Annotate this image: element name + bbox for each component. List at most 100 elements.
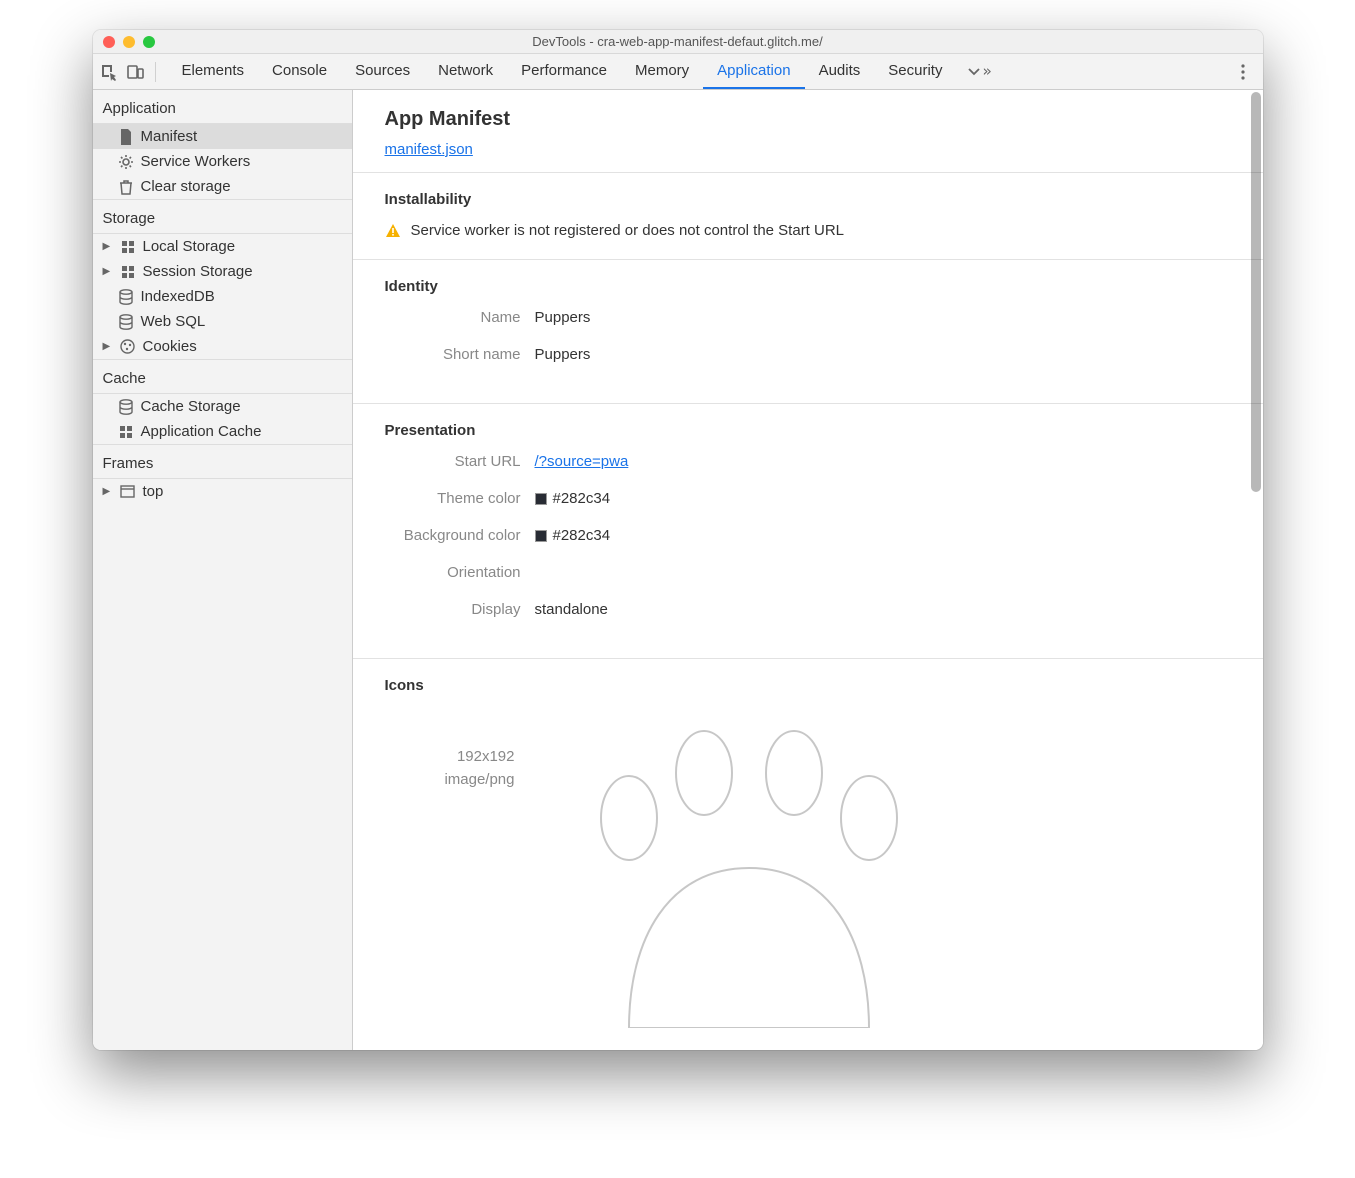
inspect-element-icon[interactable]: [99, 62, 119, 82]
window-icon: [119, 485, 137, 498]
trash-icon: [117, 179, 135, 195]
sidebar-item-indexeddb[interactable]: IndexedDB: [93, 284, 352, 309]
chevron-right-icon: ▶: [103, 486, 113, 497]
database-icon: [117, 289, 135, 305]
tab-performance[interactable]: Performance: [507, 54, 621, 89]
application-sidebar: Application Manifest Service Workers Cle…: [93, 90, 353, 1050]
background-color-value: #282c34: [535, 527, 611, 544]
section-title-identity: Identity: [385, 278, 1231, 295]
vertical-scrollbar[interactable]: [1251, 92, 1261, 492]
orientation-label: Orientation: [385, 564, 535, 581]
sidebar-item-cache-storage[interactable]: Cache Storage: [93, 394, 352, 419]
sidebar-item-label: top: [143, 483, 164, 500]
grid-icon: [119, 265, 137, 279]
toolbar-left-group: [99, 62, 156, 82]
grid-icon: [119, 240, 137, 254]
identity-name-label: Name: [385, 309, 535, 326]
start-url-label: Start URL: [385, 453, 535, 470]
tabs-overflow-icon[interactable]: »: [956, 54, 1001, 89]
sidebar-item-label: Cookies: [143, 338, 197, 355]
sidebar-item-clear-storage[interactable]: Clear storage: [93, 174, 352, 199]
tabs-container: Elements Console Sources Network Perform…: [168, 54, 1002, 89]
sidebar-item-label: Manifest: [141, 128, 198, 145]
background-color-swatch: [535, 530, 547, 542]
sidebar-item-label: Web SQL: [141, 313, 206, 330]
zoom-window-button[interactable]: [143, 36, 155, 48]
identity-shortname-value: Puppers: [535, 346, 591, 363]
manifest-header: App Manifest manifest.json: [353, 90, 1263, 172]
sidebar-item-cookies[interactable]: ▶ Cookies: [93, 334, 352, 359]
document-icon: [117, 129, 135, 145]
settings-menu-icon[interactable]: [1233, 62, 1253, 82]
background-color-label: Background color: [385, 527, 535, 544]
manifest-link[interactable]: manifest.json: [385, 141, 473, 158]
installability-warning: Service worker is not registered or does…: [385, 222, 1231, 239]
close-window-button[interactable]: [103, 36, 115, 48]
traffic-lights: [93, 36, 155, 48]
tab-console[interactable]: Console: [258, 54, 341, 89]
warning-icon: [385, 223, 401, 239]
database-icon: [117, 314, 135, 330]
chevron-right-icon: ▶: [103, 266, 113, 277]
tabs-right-group: [1233, 62, 1257, 82]
tab-sources[interactable]: Sources: [341, 54, 424, 89]
manifest-panel: App Manifest manifest.json Installabilit…: [353, 90, 1263, 1050]
theme-color-value: #282c34: [535, 490, 611, 507]
installability-section: Installability Service worker is not reg…: [353, 172, 1263, 259]
sidebar-item-manifest[interactable]: Manifest: [93, 124, 352, 149]
identity-name-value: Puppers: [535, 309, 591, 326]
sidebar-item-service-workers[interactable]: Service Workers: [93, 149, 352, 174]
section-title-presentation: Presentation: [385, 422, 1231, 439]
display-value: standalone: [535, 601, 608, 618]
manifest-scroll[interactable]: App Manifest manifest.json Installabilit…: [353, 90, 1263, 1050]
identity-shortname-label: Short name: [385, 346, 535, 363]
sidebar-section-cache: Cache: [93, 359, 352, 394]
display-label: Display: [385, 601, 535, 618]
minimize-window-button[interactable]: [123, 36, 135, 48]
sidebar-item-top-frame[interactable]: ▶ top: [93, 479, 352, 504]
theme-color-label: Theme color: [385, 490, 535, 507]
cookie-icon: [119, 339, 137, 354]
tab-security[interactable]: Security: [874, 54, 956, 89]
window-title: DevTools - cra-web-app-manifest-defaut.g…: [93, 34, 1263, 49]
tab-network[interactable]: Network: [424, 54, 507, 89]
sidebar-item-web-sql[interactable]: Web SQL: [93, 309, 352, 334]
database-icon: [117, 399, 135, 415]
page-title: App Manifest: [385, 108, 1231, 131]
sidebar-item-label: Session Storage: [143, 263, 253, 280]
sidebar-item-label: Cache Storage: [141, 398, 241, 415]
gear-icon: [117, 154, 135, 170]
section-title-installability: Installability: [385, 191, 1231, 208]
installability-warning-text: Service worker is not registered or does…: [411, 222, 845, 239]
device-toolbar-icon[interactable]: [125, 62, 145, 82]
content-area: Application Manifest Service Workers Cle…: [93, 90, 1263, 1050]
icon-mime: image/png: [385, 771, 515, 788]
section-title-icons: Icons: [385, 677, 1231, 694]
devtools-tabstrip: Elements Console Sources Network Perform…: [93, 54, 1263, 90]
grid-icon: [117, 425, 135, 439]
window-titlebar: DevTools - cra-web-app-manifest-defaut.g…: [93, 30, 1263, 54]
presentation-section: Presentation Start URL /?source=pwa Them…: [353, 403, 1263, 658]
sidebar-item-local-storage[interactable]: ▶ Local Storage: [93, 234, 352, 259]
tab-audits[interactable]: Audits: [805, 54, 875, 89]
icons-section: Icons 192x192 image/png: [353, 658, 1263, 1028]
start-url-link[interactable]: /?source=pwa: [535, 453, 629, 470]
tab-memory[interactable]: Memory: [621, 54, 703, 89]
sidebar-item-label: Application Cache: [141, 423, 262, 440]
icon-meta: 192x192 image/png: [385, 708, 515, 1028]
icon-size: 192x192: [385, 748, 515, 765]
sidebar-item-label: Clear storage: [141, 178, 231, 195]
sidebar-item-label: Service Workers: [141, 153, 251, 170]
app-icon-preview: [539, 708, 1231, 1028]
sidebar-item-session-storage[interactable]: ▶ Session Storage: [93, 259, 352, 284]
sidebar-section-application: Application: [93, 90, 352, 124]
identity-section: Identity Name Puppers Short name Puppers: [353, 259, 1263, 403]
sidebar-item-application-cache[interactable]: Application Cache: [93, 419, 352, 444]
tab-elements[interactable]: Elements: [168, 54, 259, 89]
sidebar-item-label: IndexedDB: [141, 288, 215, 305]
chevron-right-icon: ▶: [103, 241, 113, 252]
tab-application[interactable]: Application: [703, 54, 804, 89]
devtools-window: DevTools - cra-web-app-manifest-defaut.g…: [93, 30, 1263, 1050]
sidebar-section-frames: Frames: [93, 444, 352, 479]
sidebar-section-storage: Storage: [93, 199, 352, 234]
